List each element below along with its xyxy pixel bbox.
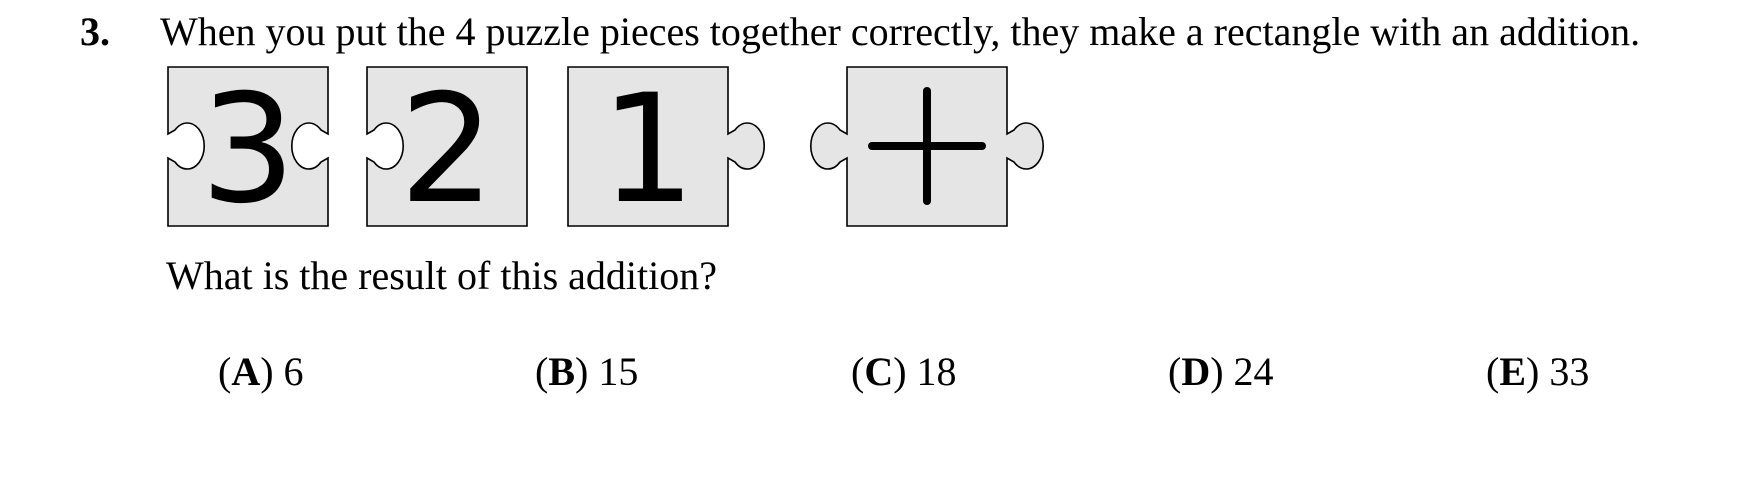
option-d[interactable]: (D) 24: [1168, 348, 1274, 395]
puzzle-digit: 3: [200, 63, 295, 237]
option-value: 15: [598, 349, 639, 394]
option-value: 6: [283, 349, 304, 394]
option-b[interactable]: (B) 15: [535, 348, 638, 395]
puzzle-digit: 2: [399, 63, 494, 237]
question-prompt: What is the result of this addition?: [166, 253, 717, 298]
option-letter: C: [864, 349, 894, 394]
option-letter: A: [231, 349, 261, 394]
option-letter: E: [1499, 349, 1527, 394]
option-value: 24: [1233, 349, 1274, 394]
option-e[interactable]: (E) 33: [1486, 348, 1589, 395]
option-value: 18: [916, 349, 957, 394]
option-a[interactable]: (A) 6: [218, 348, 304, 395]
puzzle-pieces: 321: [167, 63, 1045, 237]
puzzle-digit: 1: [600, 63, 695, 237]
option-letter: D: [1181, 349, 1211, 394]
option-c[interactable]: (C) 18: [851, 348, 957, 395]
option-letter: B: [548, 349, 576, 394]
option-value: 33: [1549, 349, 1590, 394]
